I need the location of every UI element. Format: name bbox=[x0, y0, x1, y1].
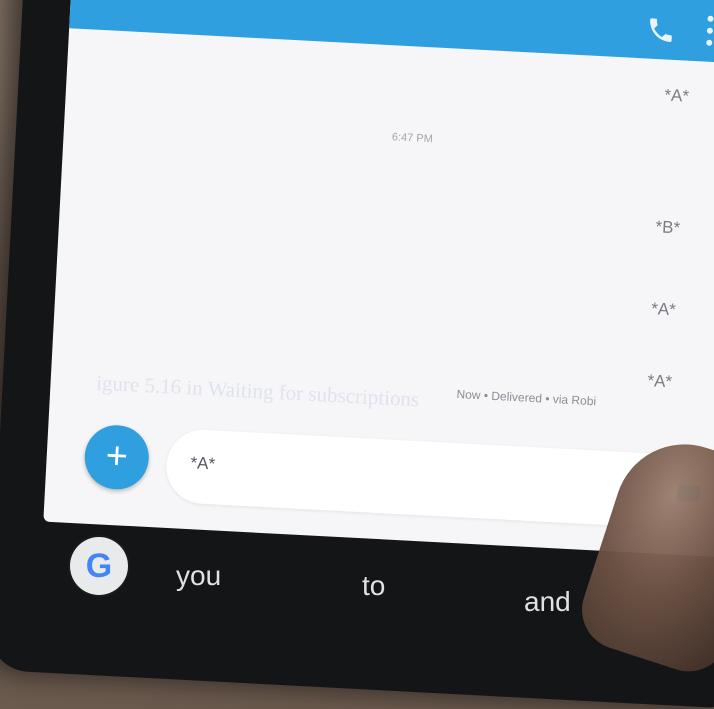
plus-icon[interactable]: + bbox=[83, 423, 151, 491]
suggestion-you[interactable]: you bbox=[176, 560, 221, 592]
phone-screen: *A* 6:47 PM *B* *A* *A* Now • Delivered … bbox=[43, 0, 714, 558]
message-timestamp: 6:47 PM bbox=[391, 131, 434, 146]
message-bubble: *A* bbox=[647, 370, 673, 392]
delivery-status: Now • Delivered • via Robi bbox=[456, 387, 597, 409]
message-input-text: *A* bbox=[190, 453, 216, 474]
app-bar bbox=[69, 0, 714, 65]
suggestion-and[interactable]: and bbox=[524, 586, 571, 618]
more-vert-icon[interactable] bbox=[705, 15, 714, 50]
google-logo-icon[interactable]: G bbox=[70, 537, 128, 595]
message-bubble: *A* bbox=[663, 85, 690, 106]
suggestion-to[interactable]: to bbox=[362, 570, 385, 602]
phone-icon[interactable] bbox=[645, 14, 677, 46]
message-bubble: *B* bbox=[655, 217, 681, 238]
message-bubble: *A* bbox=[650, 299, 677, 320]
